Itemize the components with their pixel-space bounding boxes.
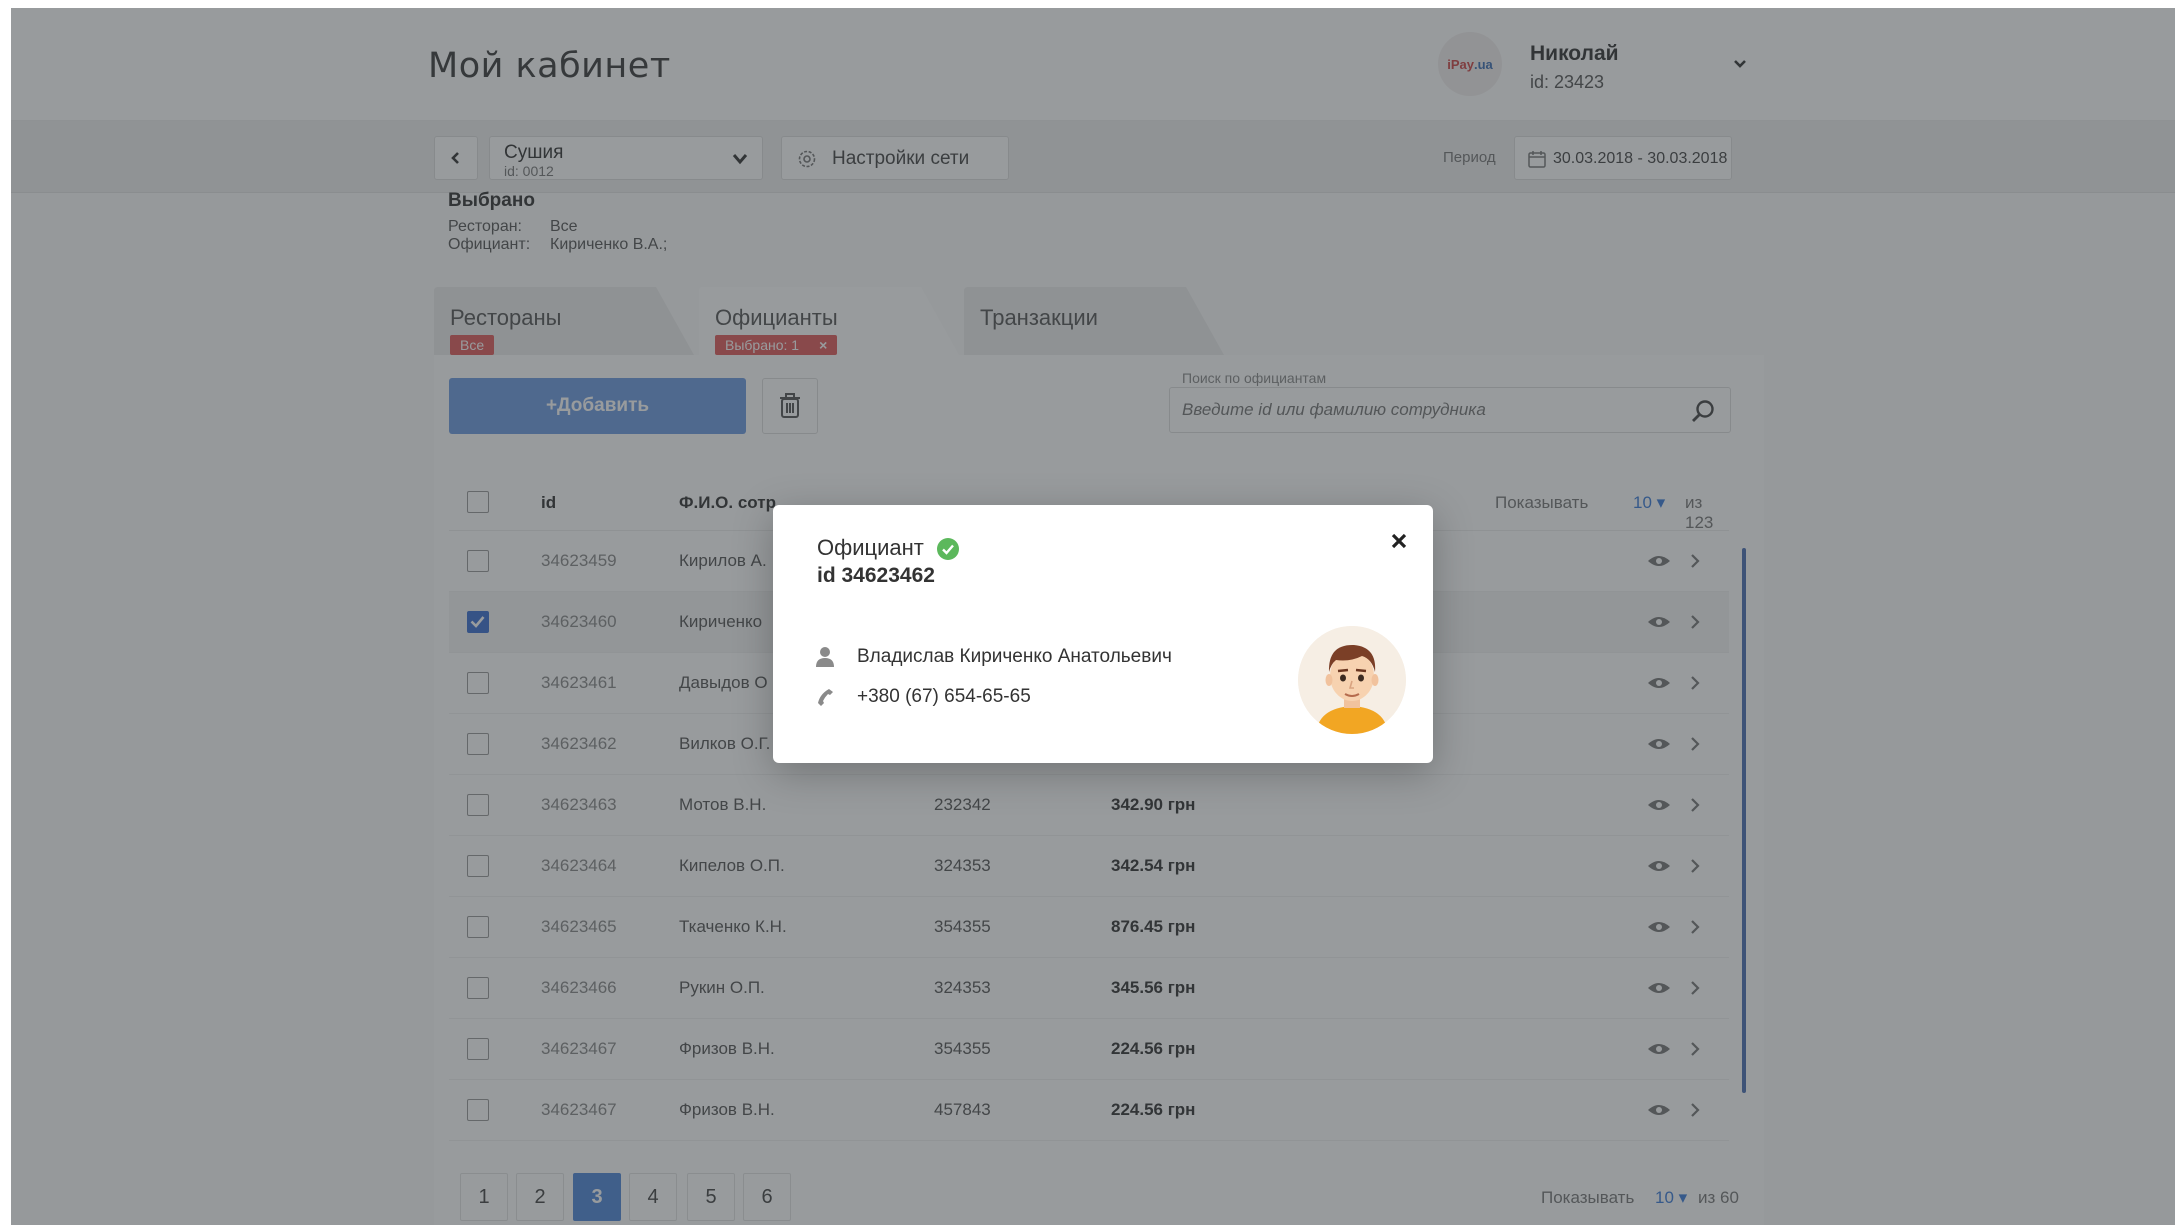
app-window: Мой кабинет iPay.ua Николай id: 23423 Су… [11, 8, 2175, 1225]
verified-icon [937, 538, 959, 560]
person-icon [816, 647, 834, 667]
phone-icon [818, 689, 833, 706]
close-icon[interactable] [1387, 529, 1411, 553]
waiter-avatar [1298, 626, 1406, 734]
modal-waiter-name: Владислав Кириченко Анатольевич [857, 646, 1172, 667]
waiter-modal: Официант id 34623462 Владислав Кириченко… [773, 505, 1433, 763]
avatar-illustration [1298, 626, 1406, 734]
modal-waiter-phone: +380 (67) 654-65-65 [857, 686, 1031, 707]
modal-waiter-id: id 34623462 [817, 564, 935, 587]
modal-title: Официант [817, 535, 924, 560]
